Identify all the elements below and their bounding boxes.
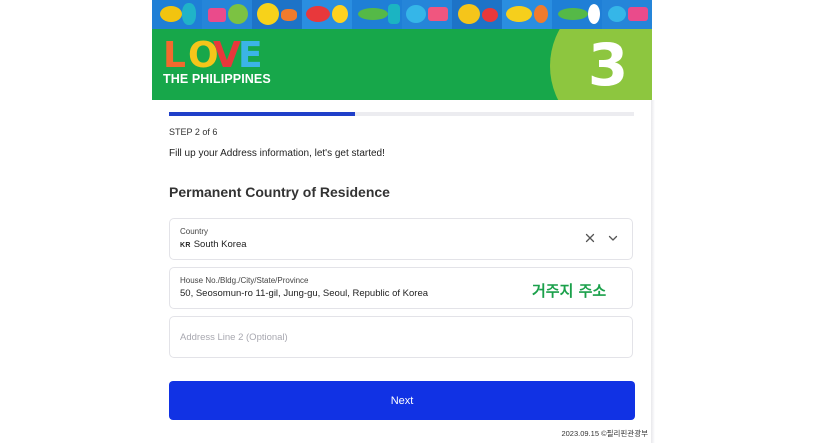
pattern-tile [552, 0, 602, 29]
pattern-tile [352, 0, 402, 29]
annotation-residential-address: 거주지 주소 [532, 282, 607, 300]
address-line-2-field[interactable]: Address Line 2 (Optional) [169, 316, 633, 358]
logo-subtitle: THE PHILIPPINES [163, 72, 271, 86]
address-line-1-label: House No./Bldg./City/State/Province [180, 276, 309, 285]
progress-fill [169, 112, 355, 116]
pattern-tile [452, 0, 502, 29]
address-line-1-value[interactable]: 50, Seosomun-ro 11-gil, Jung-gu, Seoul, … [180, 288, 428, 299]
step-label: STEP 2 of 6 [169, 127, 218, 137]
country-flag-code: KR [180, 242, 191, 249]
country-select-icons [583, 231, 620, 245]
footer-credit: 2023.09.15 ©필리핀관광부 [561, 429, 648, 438]
clear-icon[interactable] [583, 231, 597, 245]
brand-header: L O V E THE PHILIPPINES 3 [152, 29, 652, 100]
chevron-down-icon[interactable] [606, 231, 620, 245]
pattern-tile [402, 0, 452, 29]
address-line-2-placeholder[interactable]: Address Line 2 (Optional) [180, 332, 288, 343]
intro-text: Fill up your Address information, let's … [169, 148, 385, 159]
pattern-tile [302, 0, 352, 29]
country-label: Country [180, 227, 209, 236]
country-value: KR South Korea [180, 239, 247, 250]
country-name: South Korea [193, 239, 247, 250]
country-select[interactable]: Country KR South Korea [169, 218, 633, 260]
pattern-tile [502, 0, 552, 29]
header-step-number: 3 [587, 31, 629, 99]
progress-bar [169, 112, 634, 116]
panel-edge-shadow [651, 100, 655, 443]
decorative-pattern-banner [152, 0, 652, 29]
pattern-tile [602, 0, 652, 29]
next-button[interactable]: Next [169, 381, 635, 420]
pattern-tile [202, 0, 252, 29]
travel-form-panel: L O V E THE PHILIPPINES 3 STEP 2 of 6 Fi… [152, 0, 652, 443]
love-logo: L O V E [163, 35, 263, 76]
section-title: Permanent Country of Residence [169, 184, 390, 200]
pattern-tile [152, 0, 202, 29]
pattern-tile [252, 0, 302, 29]
